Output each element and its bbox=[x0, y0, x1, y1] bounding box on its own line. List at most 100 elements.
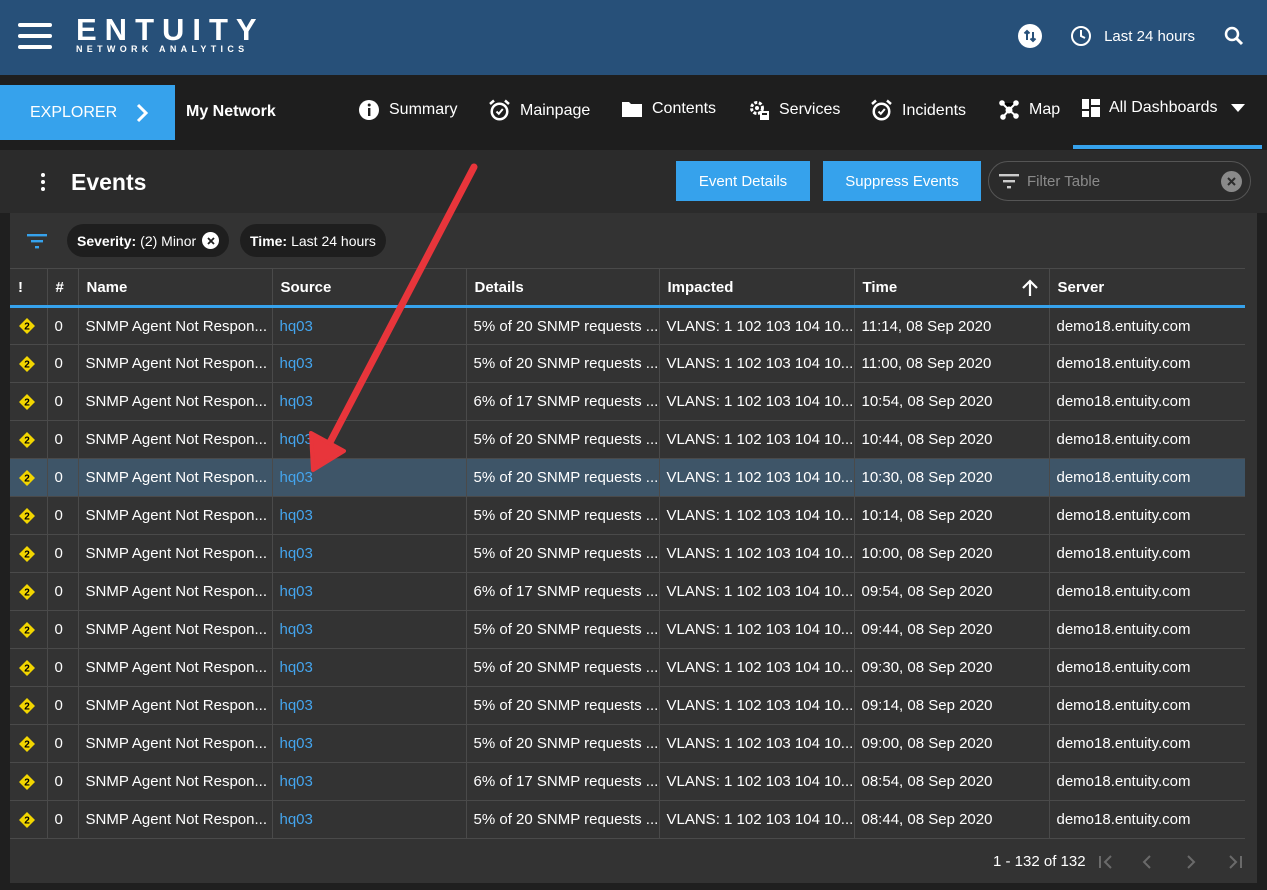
time-range-label[interactable]: Last 24 hours bbox=[1104, 28, 1195, 45]
severity-cell: 2 bbox=[10, 724, 48, 763]
source-link[interactable]: hq03 bbox=[280, 621, 313, 638]
table-row[interactable]: 2 0 SNMP Agent Not Respon... hq03 5% of 20 S… bbox=[10, 724, 1245, 763]
column-header-count[interactable]: # bbox=[47, 268, 79, 308]
explorer-button[interactable]: EXPLORER bbox=[0, 85, 175, 140]
column-header-source[interactable]: Source bbox=[272, 268, 467, 308]
last-page-icon[interactable] bbox=[1227, 854, 1243, 870]
table-row[interactable]: 2 0 SNMP Agent Not Respon... hq03 5% of 20 S… bbox=[10, 648, 1245, 687]
table-row[interactable]: 2 0 SNMP Agent Not Respon... hq03 5% of 20 S… bbox=[10, 344, 1245, 383]
search-icon[interactable] bbox=[1223, 25, 1245, 47]
table-row[interactable]: 2 0 SNMP Agent Not Respon... hq03 6% of 17 S… bbox=[10, 762, 1245, 801]
first-page-icon[interactable] bbox=[1098, 854, 1114, 870]
severity-minor-icon: 2 bbox=[19, 735, 35, 752]
source-link[interactable]: hq03 bbox=[280, 811, 313, 828]
table-row[interactable]: 2 0 SNMP Agent Not Respon... hq03 5% of 20 S… bbox=[10, 686, 1245, 725]
tab-services[interactable]: Services bbox=[748, 99, 840, 121]
svg-text:2: 2 bbox=[24, 511, 30, 522]
tab-mainpage[interactable]: Mainpage bbox=[488, 99, 590, 122]
server-cell: demo18.entuity.com bbox=[1049, 686, 1245, 725]
sync-icon[interactable] bbox=[1018, 24, 1043, 48]
source-link[interactable]: hq03 bbox=[280, 393, 313, 410]
severity-filter-chip[interactable]: Severity: (2) Minor bbox=[67, 224, 230, 257]
previous-page-icon[interactable] bbox=[1141, 854, 1153, 870]
tab-incidents[interactable]: Incidents bbox=[870, 99, 966, 122]
tab-map[interactable]: Map bbox=[998, 99, 1060, 121]
server-cell: demo18.entuity.com bbox=[1049, 458, 1245, 497]
server-cell: demo18.entuity.com bbox=[1049, 306, 1245, 345]
table-row[interactable]: 2 0 SNMP Agent Not Respon... hq03 5% of 20 S… bbox=[10, 458, 1245, 497]
source-cell: hq03 bbox=[272, 800, 467, 839]
table-row[interactable]: 2 0 SNMP Agent Not Respon... hq03 6% of 17 S… bbox=[10, 572, 1245, 611]
clear-filter-icon[interactable] bbox=[1221, 171, 1242, 192]
hamburger-menu-icon[interactable] bbox=[18, 23, 52, 49]
severity-minor-icon: 2 bbox=[19, 583, 35, 600]
source-link[interactable]: hq03 bbox=[280, 773, 313, 790]
source-link[interactable]: hq03 bbox=[280, 659, 313, 676]
time-filter-chip[interactable]: Time: Last 24 hours bbox=[240, 224, 386, 257]
column-header-details[interactable]: Details bbox=[466, 268, 660, 308]
column-header-severity[interactable]: ! bbox=[10, 268, 48, 308]
server-cell: demo18.entuity.com bbox=[1049, 800, 1245, 839]
chip-value: (2) Minor bbox=[140, 232, 197, 249]
table-row[interactable]: 2 0 SNMP Agent Not Respon... hq03 5% of 20 S… bbox=[10, 610, 1245, 649]
svg-text:2: 2 bbox=[24, 549, 30, 560]
time-cell: 09:14, 08 Sep 2020 bbox=[854, 686, 1050, 725]
column-header-time[interactable]: Time bbox=[854, 268, 1050, 308]
tab-contents[interactable]: Contents bbox=[621, 99, 716, 119]
column-header-server[interactable]: Server bbox=[1049, 268, 1245, 308]
source-link[interactable]: hq03 bbox=[280, 355, 313, 372]
details-cell: 5% of 20 SNMP requests ... bbox=[466, 344, 660, 383]
table-row[interactable]: 2 0 SNMP Agent Not Respon... hq03 5% of 20 S… bbox=[10, 306, 1245, 345]
svg-text:2: 2 bbox=[24, 322, 30, 333]
severity-cell: 2 bbox=[10, 344, 48, 383]
severity-minor-icon: 2 bbox=[19, 507, 35, 524]
tab-all-dashboards[interactable]: All Dashboards bbox=[1082, 99, 1245, 117]
name-cell: SNMP Agent Not Respon... bbox=[78, 648, 273, 687]
table-row[interactable]: 2 0 SNMP Agent Not Respon... hq03 5% of 20 S… bbox=[10, 534, 1245, 573]
column-header-time-label: Time bbox=[862, 278, 898, 296]
table-row[interactable]: 2 0 SNMP Agent Not Respon... hq03 5% of 20 S… bbox=[10, 800, 1245, 839]
filter-table-input[interactable] bbox=[1027, 172, 1217, 190]
time-cell: 10:30, 08 Sep 2020 bbox=[854, 458, 1050, 497]
source-link[interactable]: hq03 bbox=[280, 545, 313, 562]
source-link[interactable]: hq03 bbox=[280, 318, 313, 335]
column-header-impacted[interactable]: Impacted bbox=[659, 268, 855, 308]
svg-text:2: 2 bbox=[24, 473, 30, 484]
source-link[interactable]: hq03 bbox=[280, 735, 313, 752]
event-details-button[interactable]: Event Details bbox=[676, 161, 810, 201]
column-header-name[interactable]: Name bbox=[78, 268, 273, 308]
source-link[interactable]: hq03 bbox=[280, 697, 313, 714]
svg-text:2: 2 bbox=[24, 359, 30, 370]
suppress-events-button[interactable]: Suppress Events bbox=[823, 161, 981, 201]
table-row[interactable]: 2 0 SNMP Agent Not Respon... hq03 5% of 20 S… bbox=[10, 420, 1245, 459]
table-row[interactable]: 2 0 SNMP Agent Not Respon... hq03 5% of 20 S… bbox=[10, 496, 1245, 535]
severity-cell: 2 bbox=[10, 610, 48, 649]
next-page-icon[interactable] bbox=[1185, 854, 1197, 870]
sort-ascending-icon[interactable] bbox=[1021, 279, 1039, 297]
source-cell: hq03 bbox=[272, 724, 467, 763]
source-link[interactable]: hq03 bbox=[280, 507, 313, 524]
source-link[interactable]: hq03 bbox=[280, 431, 313, 448]
tab-summary[interactable]: Summary bbox=[358, 99, 457, 121]
source-link[interactable]: hq03 bbox=[280, 469, 313, 486]
filter-icon[interactable] bbox=[27, 233, 47, 249]
more-options-icon[interactable] bbox=[40, 173, 46, 191]
details-cell: 5% of 20 SNMP requests ... bbox=[466, 800, 660, 839]
entuity-logo[interactable]: ENTUITY NETWORK ANALYTICS bbox=[76, 14, 265, 55]
impacted-cell: VLANS: 1 102 103 104 10... bbox=[659, 458, 855, 497]
context-label[interactable]: My Network bbox=[186, 103, 276, 121]
network-icon bbox=[999, 100, 1019, 120]
page-title: Events bbox=[71, 169, 147, 195]
source-link[interactable]: hq03 bbox=[280, 583, 313, 600]
clock-icon[interactable] bbox=[1070, 25, 1092, 47]
time-cell: 09:54, 08 Sep 2020 bbox=[854, 572, 1050, 611]
impacted-cell: VLANS: 1 102 103 104 10... bbox=[659, 306, 855, 345]
remove-filter-icon[interactable] bbox=[202, 232, 220, 249]
name-cell: SNMP Agent Not Respon... bbox=[78, 458, 273, 497]
chip-key: Severity: bbox=[77, 232, 137, 249]
table-row[interactable]: 2 0 SNMP Agent Not Respon... hq03 6% of 17 S… bbox=[10, 382, 1245, 421]
server-cell: demo18.entuity.com bbox=[1049, 572, 1245, 611]
name-cell: SNMP Agent Not Respon... bbox=[78, 686, 273, 725]
severity-minor-icon: 2 bbox=[19, 621, 35, 638]
severity-cell: 2 bbox=[10, 458, 48, 497]
